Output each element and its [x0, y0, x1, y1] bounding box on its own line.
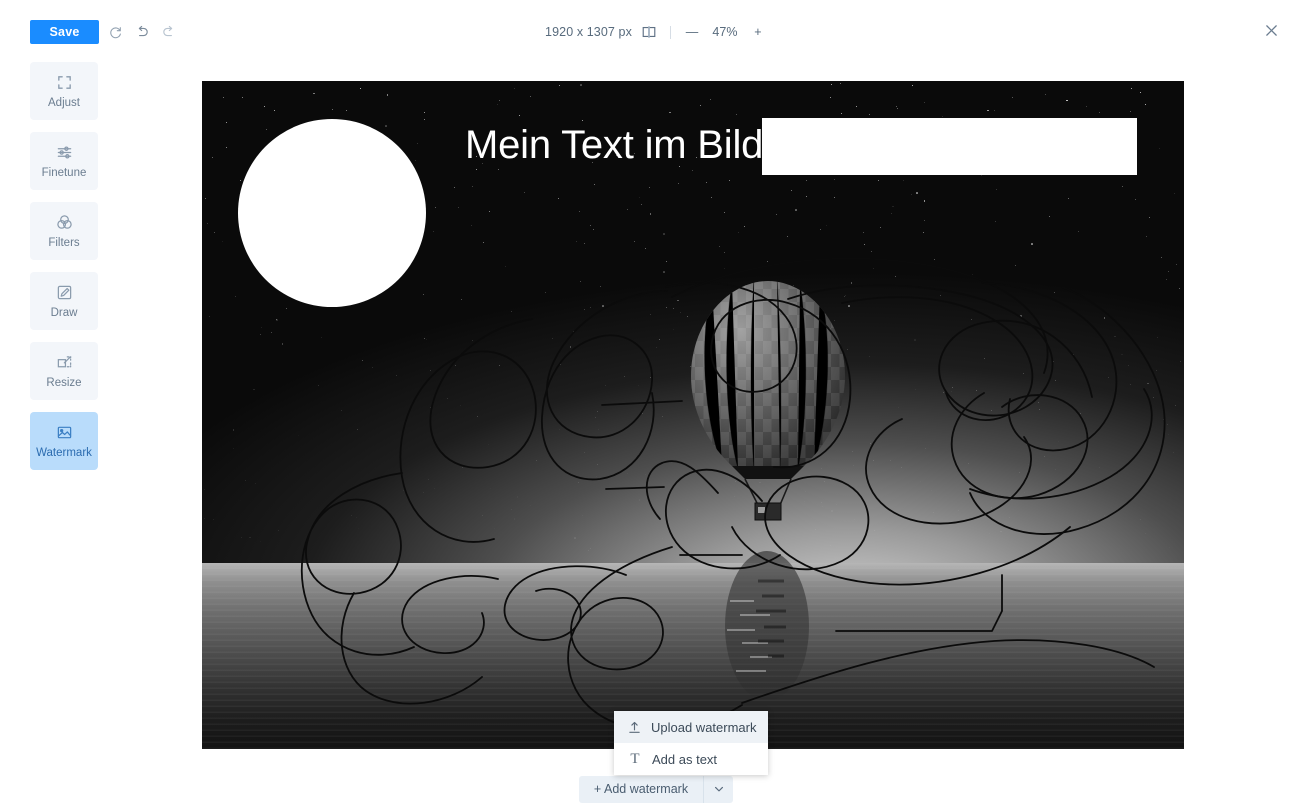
- image-dimensions-label: 1920 x 1307 px: [545, 25, 632, 39]
- image-icon: [54, 423, 74, 443]
- zoom-out-button[interactable]: —: [683, 23, 701, 41]
- venn-icon: [54, 213, 74, 233]
- crop-icon: [54, 73, 74, 93]
- background-photo: Mein Text im Bild: [202, 81, 1184, 749]
- sidebar-item-label: Filters: [48, 236, 80, 249]
- sidebar-item-filters[interactable]: Filters: [30, 202, 98, 260]
- image-editor-window: Save 1920 x 1307 px — 47% + Adjust Finet…: [0, 0, 1312, 806]
- menu-item-label: Upload watermark: [651, 719, 757, 735]
- menu-item-label: Add as text: [652, 751, 718, 767]
- sidebar-item-resize[interactable]: Resize: [30, 342, 98, 400]
- image-canvas[interactable]: Mein Text im Bild: [202, 81, 1184, 749]
- sidebar-item-label: Watermark: [36, 446, 92, 459]
- white-circle-watermark[interactable]: [238, 119, 426, 307]
- tool-sidebar: Adjust Finetune Filters Draw Resize Wate…: [30, 62, 98, 482]
- add-watermark-dropdown-menu: Upload watermark T Add as text: [614, 711, 768, 775]
- resize-icon: [54, 353, 74, 373]
- text-t-icon: T: [630, 750, 640, 767]
- zoom-level-label: 47%: [712, 25, 738, 39]
- sliders-icon: [54, 143, 74, 163]
- bottom-toolbar: + Add watermark: [0, 772, 1312, 806]
- toolbar-divider: [669, 25, 671, 39]
- sidebar-item-draw[interactable]: Draw: [30, 272, 98, 330]
- top-toolbar: Save 1920 x 1307 px — 47% +: [0, 0, 1312, 62]
- close-icon[interactable]: [1262, 21, 1280, 39]
- sidebar-item-label: Draw: [50, 306, 78, 319]
- sidebar-item-label: Finetune: [41, 166, 87, 179]
- menu-item-upload-watermark[interactable]: Upload watermark: [614, 711, 768, 743]
- sidebar-item-label: Resize: [46, 376, 82, 389]
- zoom-in-button[interactable]: +: [749, 23, 767, 41]
- upload-icon: [628, 721, 641, 734]
- white-rectangle-watermark[interactable]: [762, 118, 1137, 175]
- sidebar-item-finetune[interactable]: Finetune: [30, 132, 98, 190]
- menu-item-add-as-text[interactable]: T Add as text: [614, 743, 768, 775]
- sidebar-item-adjust[interactable]: Adjust: [30, 62, 98, 120]
- chevron-down-icon[interactable]: [703, 775, 734, 803]
- sidebar-item-label: Adjust: [48, 96, 80, 109]
- add-watermark-button[interactable]: + Add watermark: [578, 775, 704, 803]
- split-compare-icon[interactable]: [641, 24, 658, 41]
- sidebar-item-watermark[interactable]: Watermark: [30, 412, 98, 470]
- text-watermark[interactable]: Mein Text im Bild: [465, 123, 763, 168]
- add-watermark-split-button: + Add watermark: [578, 775, 734, 803]
- canvas-info-controls: 1920 x 1307 px — 47% +: [0, 20, 1312, 44]
- pencil-icon: [54, 283, 74, 303]
